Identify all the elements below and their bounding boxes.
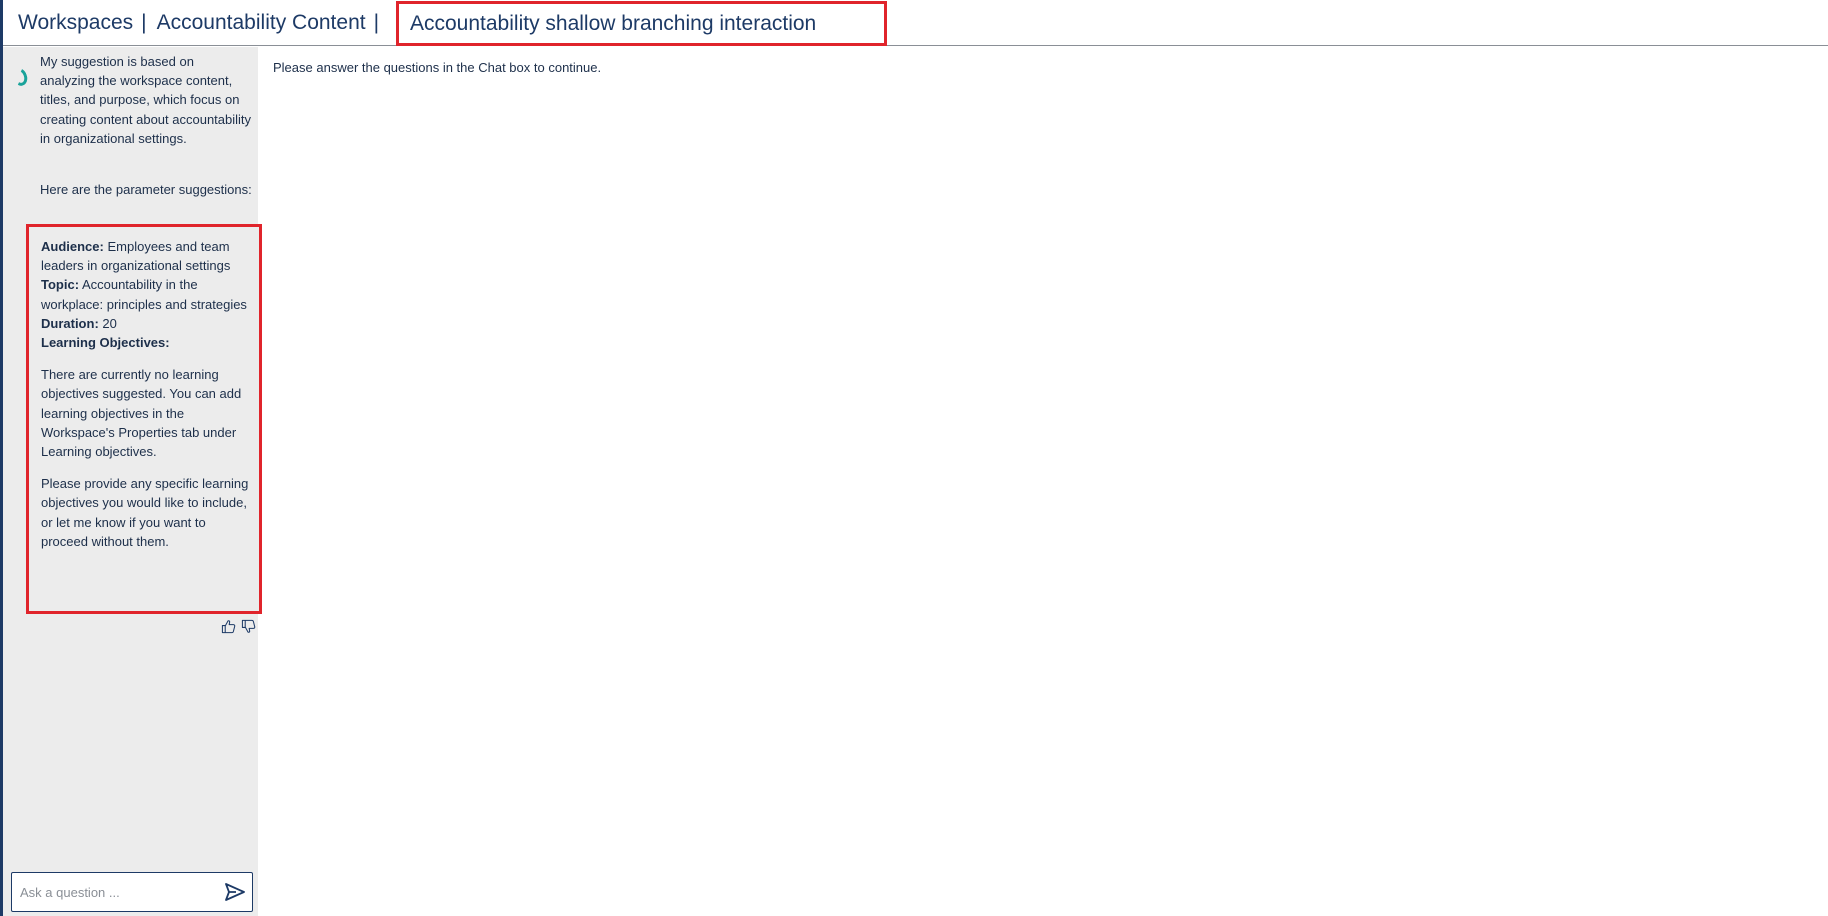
chat-message-intro: Here are the parameter suggestions: [40, 182, 252, 197]
parameter-suggestions: Audience: Employees and team leaders in … [26, 224, 262, 614]
main-status-message: Please answer the questions in the Chat … [273, 60, 602, 75]
chat-panel: My suggestion is based on analyzing the … [3, 47, 262, 916]
breadcrumb-current-page: Accountability shallow branching interac… [396, 1, 887, 46]
send-icon[interactable] [224, 882, 246, 902]
suggestion-learning-objectives: Learning Objectives: [41, 333, 255, 352]
loading-spinner-icon [10, 66, 30, 88]
breadcrumb-separator: | [141, 10, 147, 34]
app-window: Workspaces | Accountability Content | Ac… [0, 0, 1828, 916]
breadcrumb-workspaces[interactable]: Workspaces [18, 11, 133, 35]
chat-question-input[interactable] [18, 883, 212, 901]
suggestion-topic: Topic: Accountability in the workplace: … [41, 275, 255, 313]
feedback-buttons [221, 619, 256, 634]
topic-label: Topic: [41, 277, 80, 293]
no-objectives-note: There are currently no learning objectiv… [41, 367, 242, 460]
breadcrumb-accountability-content[interactable]: Accountability Content [157, 11, 366, 35]
suggestion-audience: Audience: Employees and team leaders in … [41, 237, 255, 275]
thumbs-up-icon[interactable] [221, 619, 236, 634]
thumbs-down-icon[interactable] [241, 619, 256, 634]
objectives-request: Please provide any specific learning obj… [41, 476, 249, 549]
chat-message-analysis: My suggestion is based on analyzing the … [40, 54, 252, 146]
breadcrumb-separator: | [373, 10, 380, 34]
duration-label: Duration: [41, 315, 99, 331]
page-title: Accountability shallow branching interac… [410, 11, 817, 35]
chat-input-container [11, 872, 253, 912]
audience-label: Audience: [41, 239, 104, 254]
suggestion-duration: Duration: 20 [41, 314, 255, 333]
breadcrumb: Workspaces | Accountability Content | Ac… [3, 0, 1828, 46]
duration-value: 20 [102, 315, 117, 331]
learning-objectives-label: Learning Objectives: [41, 335, 170, 351]
